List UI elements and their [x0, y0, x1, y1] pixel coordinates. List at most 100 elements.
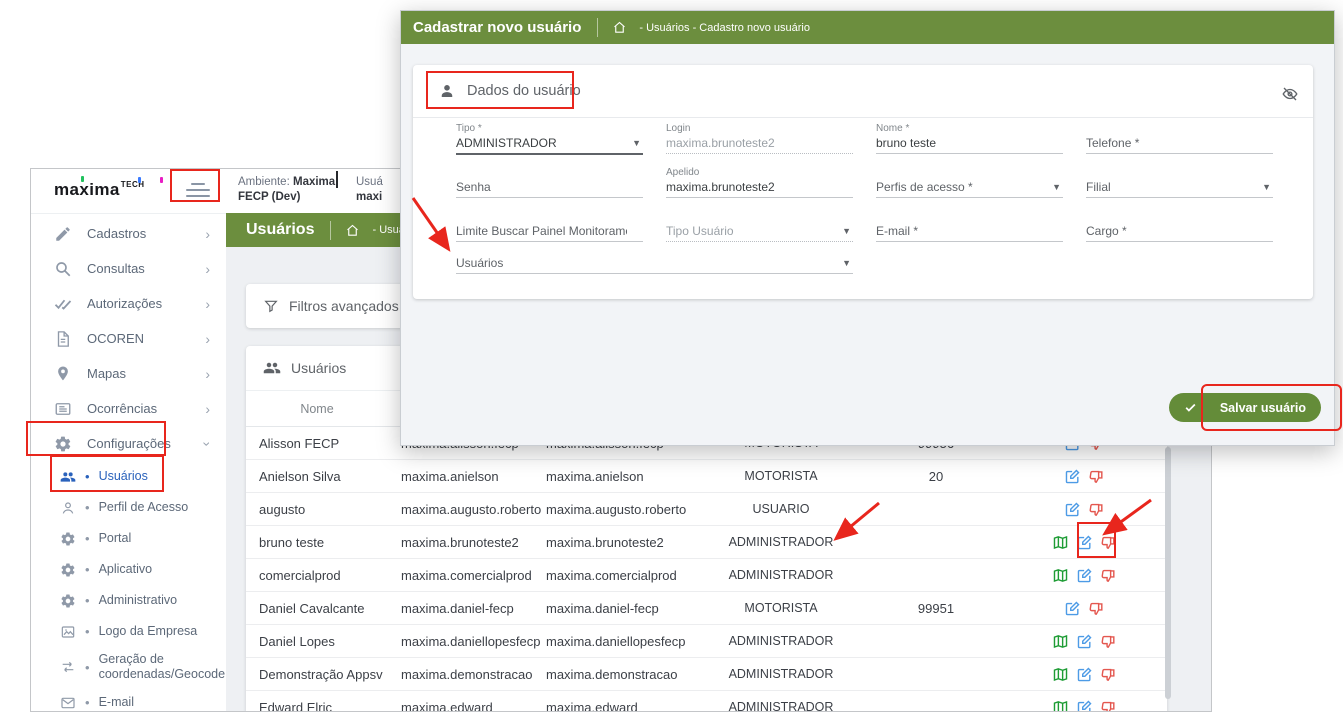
chevron-right-icon: › — [205, 332, 210, 346]
sidebar-subitem-label: E-mail — [99, 695, 134, 710]
table-row-edward-elric[interactable]: Edward Elricmaxima.edwardmaxima.edwardAD… — [246, 691, 1167, 712]
cell-actions — [1001, 600, 1167, 617]
table-body: Alisson FECPmaxima.alisson.fecpmaxima.al… — [246, 427, 1167, 712]
field-cargo[interactable]: Cargo * — [1086, 211, 1273, 249]
cell-perfil: MOTORISTA — [691, 469, 871, 483]
thumb-down-action-icon[interactable] — [1100, 699, 1117, 713]
sidebar-subitem-aplicativo[interactable]: •Aplicativo — [31, 554, 226, 585]
edit-action-icon[interactable] — [1064, 468, 1081, 485]
edit-action-icon[interactable] — [1076, 567, 1093, 584]
cell-login: maxima.augusto.roberto — [401, 502, 546, 517]
menu-toggle-button[interactable] — [186, 183, 210, 197]
sidebar-subitem-perfil-de-acesso[interactable]: •Perfil de Acesso — [31, 492, 226, 523]
cell-login: maxima.edward — [401, 700, 546, 713]
sidebar-subitem-e-mail[interactable]: •E-mail — [31, 687, 226, 712]
sidebar-subitem-label: Geração de coordenadas/Geocode — [99, 652, 225, 682]
field-value: maxima.brunoteste2 — [666, 180, 839, 194]
field-telefone[interactable]: Telefone * — [1086, 123, 1273, 161]
field-underline — [666, 153, 853, 154]
sidebar-subitem-geracao-de-coordenadas-geocode[interactable]: •Geração de coordenadas/Geocode — [31, 647, 226, 687]
table-row-augusto[interactable]: augustomaxima.augusto.robertomaxima.augu… — [246, 493, 1167, 526]
sidebar-item-ocorrencias[interactable]: Ocorrências› — [31, 391, 226, 426]
field-underline — [456, 241, 643, 242]
table-row-daniel-lopes[interactable]: Daniel Lopesmaxima.daniellopesfecpmaxima… — [246, 625, 1167, 658]
sidebar-subitem-usuarios[interactable]: •Usuários — [31, 461, 226, 492]
map-action-icon[interactable] — [1052, 666, 1069, 683]
chevron-right-icon: › — [205, 402, 210, 416]
sidebar-subitem-administrativo[interactable]: •Administrativo — [31, 585, 226, 616]
cell-perfil: ADMINISTRADOR — [691, 667, 871, 681]
filter-icon — [263, 298, 279, 314]
field-placeholder: Tipo Usuário — [666, 224, 837, 238]
thumb-down-action-icon[interactable] — [1088, 468, 1105, 485]
field-tipo[interactable]: Tipo *ADMINISTRADOR▼ — [456, 123, 643, 161]
field-placeholder: E-mail * — [876, 224, 1047, 238]
table-row-anielson-silva[interactable]: Anielson Silvamaxima.anielsonmaxima.anie… — [246, 460, 1167, 493]
field-nome[interactable]: Nome *bruno teste — [876, 123, 1063, 161]
map-action-icon[interactable] — [1052, 534, 1069, 551]
thumb-down-action-icon[interactable] — [1100, 534, 1117, 551]
sidebar-item-label: Autorizações — [87, 296, 162, 311]
sidebar-item-ocoren[interactable]: OCOREN› — [31, 321, 226, 356]
home-icon[interactable] — [612, 20, 627, 35]
vertical-scrollbar[interactable] — [1165, 447, 1171, 699]
field-placeholder: Senha — [456, 180, 627, 194]
cell-nome: Alisson FECP — [246, 436, 401, 451]
edit-action-icon[interactable] — [1076, 633, 1093, 650]
cell-actions — [1001, 501, 1167, 518]
table-row-comercialprod[interactable]: comercialprodmaxima.comercialprodmaxima.… — [246, 559, 1167, 592]
map-action-icon[interactable] — [1052, 633, 1069, 650]
cell-apelido: maxima.daniellopesfecp — [546, 634, 691, 649]
sidebar-item-mapas[interactable]: Mapas› — [31, 356, 226, 391]
edit-action-icon[interactable] — [1076, 699, 1093, 713]
usuario-value: maxi — [356, 191, 382, 203]
salvar-usuario-button[interactable]: Salvar usuário — [1169, 393, 1321, 422]
field-perfis-de-acesso[interactable]: Perfis de acesso *▼ — [876, 167, 1063, 205]
chevron-right-icon: › — [205, 297, 210, 311]
modal-title: Cadastrar novo usuário — [413, 19, 581, 36]
image-icon — [60, 624, 76, 640]
home-icon[interactable] — [345, 223, 360, 238]
cell-login: maxima.comercialprod — [401, 568, 546, 583]
table-row-bruno-teste[interactable]: bruno testemaxima.brunoteste2maxima.brun… — [246, 526, 1167, 559]
edit-action-icon[interactable] — [1064, 600, 1081, 617]
field-label: Nome * — [876, 123, 909, 134]
field-underline — [1086, 197, 1273, 198]
sidebar-item-configuracoes[interactable]: Configurações› — [31, 426, 226, 461]
field-underline — [1086, 153, 1273, 154]
sidebar-subitem-logo-da-empresa[interactable]: •Logo da Empresa — [31, 616, 226, 647]
thumb-down-action-icon[interactable] — [1100, 633, 1117, 650]
edit-action-icon[interactable] — [1076, 534, 1093, 551]
cell-apelido: maxima.brunoteste2 — [546, 535, 691, 550]
thumb-down-action-icon[interactable] — [1088, 501, 1105, 518]
map-action-icon[interactable] — [1052, 567, 1069, 584]
field-senha[interactable]: Senha — [456, 167, 643, 205]
sidebar-item-cadastros[interactable]: Cadastros› — [31, 216, 226, 251]
thumb-down-action-icon[interactable] — [1100, 666, 1117, 683]
users-icon — [263, 359, 281, 377]
sidebar-item-consultas[interactable]: Consultas› — [31, 251, 226, 286]
thumb-down-action-icon[interactable] — [1088, 600, 1105, 617]
edit-action-icon[interactable] — [1076, 666, 1093, 683]
swap-icon — [60, 659, 76, 675]
table-row-daniel-cavalcante[interactable]: Daniel Cavalcantemaxima.daniel-fecpmaxim… — [246, 592, 1167, 625]
sidebar-subitem-portal[interactable]: •Portal — [31, 523, 226, 554]
field-e-mail[interactable]: E-mail * — [876, 211, 1063, 249]
edit-action-icon[interactable] — [1064, 501, 1081, 518]
cell-login: maxima.daniel-fecp — [401, 601, 546, 616]
field-label: Tipo * — [456, 123, 482, 134]
thumb-down-action-icon[interactable] — [1100, 567, 1117, 584]
cell-perfil: ADMINISTRADOR — [691, 535, 871, 549]
field-value: ADMINISTRADOR — [456, 136, 629, 150]
table-row-demonstracao-appsv[interactable]: Demonstração Appsvmaxima.demonstracaomax… — [246, 658, 1167, 691]
sidebar-item-autorizacoes[interactable]: Autorizações › — [31, 286, 226, 321]
field-login[interactable]: Loginmaxima.brunoteste2 — [666, 123, 853, 161]
field-apelido[interactable]: Apelidomaxima.brunoteste2 — [666, 167, 853, 205]
field-usuarios[interactable]: Usuários▼ — [456, 243, 853, 281]
section-header: Dados do usuário — [438, 82, 581, 100]
field-filial[interactable]: Filial▼ — [1086, 167, 1273, 205]
cadastrar-novo-usuario-modal: Cadastrar novo usuário - Usuários - Cada… — [400, 10, 1335, 446]
bullet: • — [85, 531, 90, 546]
visibility-off-icon[interactable] — [1281, 85, 1299, 103]
map-action-icon[interactable] — [1052, 699, 1069, 713]
